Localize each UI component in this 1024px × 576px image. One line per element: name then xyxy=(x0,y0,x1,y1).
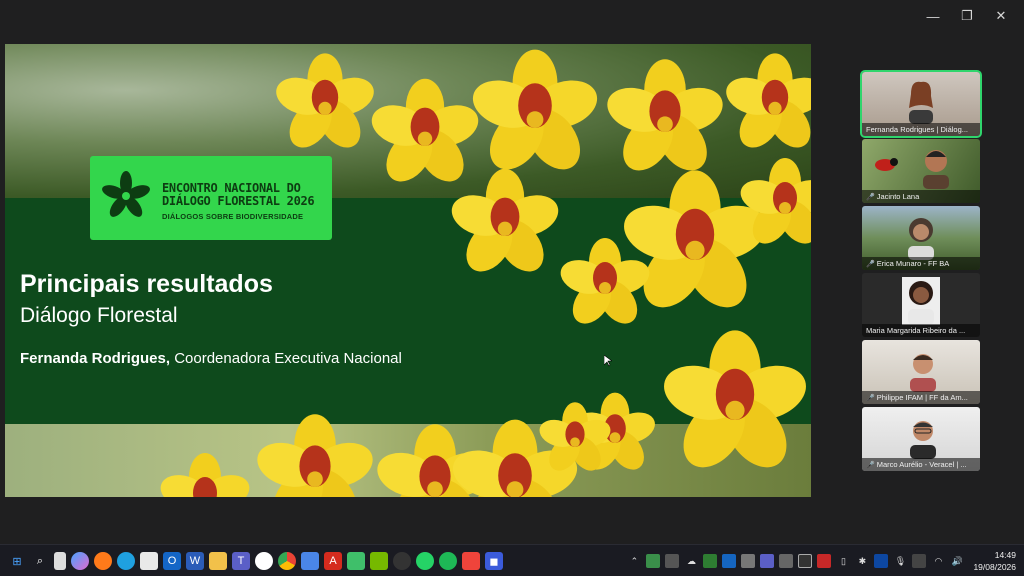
tray-app-icon[interactable] xyxy=(779,554,794,568)
participants-panel: Fernanda Rodrigues | Diálog... 🎤 Jacinto … xyxy=(860,70,982,474)
teams-tray-icon[interactable] xyxy=(760,554,775,568)
store-icon[interactable] xyxy=(140,552,158,570)
zoom-icon[interactable] xyxy=(255,552,273,570)
tray-app-icon[interactable] xyxy=(722,554,737,568)
participant-name: Fernanda Rodrigues | Diálog... xyxy=(862,123,980,136)
word-icon[interactable]: W xyxy=(186,552,204,570)
tray-app-icon[interactable] xyxy=(703,554,718,568)
docs-icon[interactable] xyxy=(301,552,319,570)
whatsapp2-icon[interactable] xyxy=(439,552,457,570)
participant-name: 🎤 Marco Aurélio - Veracel | ... xyxy=(862,458,980,471)
avatar xyxy=(908,218,934,260)
restore-button[interactable]: ❐ xyxy=(952,6,982,26)
firefox-icon[interactable] xyxy=(94,552,112,570)
chrome-icon[interactable] xyxy=(278,552,296,570)
participant-tile[interactable]: 🎤 Jacinto Lana xyxy=(862,139,980,203)
outlook-icon[interactable]: O xyxy=(163,552,181,570)
mic-off-icon: 🎤 xyxy=(866,194,875,201)
participant-name: 🎤 Erica Munaro - FF BA xyxy=(862,257,980,270)
start-icon[interactable]: ⊞ xyxy=(8,552,26,570)
avatar xyxy=(910,354,936,392)
author-role: Coordenadora Executiva Nacional xyxy=(170,350,402,367)
avatar xyxy=(923,150,949,189)
tray-app-icon[interactable] xyxy=(741,554,756,568)
minimize-button[interactable]: — xyxy=(918,6,948,26)
slide-author: Fernanda Rodrigues, Coordenadora Executi… xyxy=(20,350,402,367)
taskbar: ⊞ ⌕ O W T A ◼ ⌃ ☁ ▯ ✱ 🎙 ◠ 🔊 14:49 19/08/… xyxy=(0,544,1024,576)
close-button[interactable]: ✕ xyxy=(986,6,1016,26)
bird-icon xyxy=(875,158,898,171)
avatar xyxy=(902,277,940,325)
edge-icon[interactable] xyxy=(117,552,135,570)
mic-off-icon: 🎤 xyxy=(866,261,875,268)
chevron-up-icon[interactable]: ⌃ xyxy=(627,554,641,568)
mic-off-icon: 🎤 xyxy=(866,395,875,402)
participant-name: Maria Margarida Ribeiro da ... xyxy=(862,324,980,337)
microphone-icon[interactable]: 🎙 xyxy=(893,554,907,568)
meeting-window: — ❐ ✕ ENCONTRO NACIONAL DO DIÁLOGO FLORE… xyxy=(0,0,1024,544)
participant-name: 🎤 Philippe IFAM | FF da Am... xyxy=(862,391,980,404)
bluetooth-icon[interactable]: ✱ xyxy=(855,554,869,568)
badge-title: ENCONTRO NACIONAL DO DIÁLOGO FLORESTAL 2… xyxy=(162,181,315,208)
meet-icon[interactable]: ◼ xyxy=(485,552,503,570)
leaf-logo-icon xyxy=(102,171,150,217)
avatar xyxy=(909,81,933,124)
tray-app-icon[interactable] xyxy=(912,554,927,568)
system-tray: ⌃ ☁ ▯ ✱ 🎙 ◠ 🔊 14:49 19/08/2026 xyxy=(627,549,1016,573)
shared-slide: ENCONTRO NACIONAL DO DIÁLOGO FLORESTAL 2… xyxy=(5,44,811,497)
participant-name: 🎤 Jacinto Lana xyxy=(862,190,980,203)
explorer-icon[interactable] xyxy=(209,552,227,570)
avatar xyxy=(910,421,936,459)
clock-time: 14:49 xyxy=(994,550,1016,560)
badge-subtitle: DIÁLOGOS SOBRE BIODIVERSIDADE xyxy=(162,212,304,221)
tray-app-icon[interactable] xyxy=(817,554,832,568)
taskbar-apps: ⊞ ⌕ O W T A ◼ xyxy=(8,552,503,570)
participant-tile[interactable]: Fernanda Rodrigues | Diálog... xyxy=(860,70,982,138)
anydesk-icon[interactable] xyxy=(462,552,480,570)
vpn-icon[interactable] xyxy=(347,552,365,570)
clock[interactable]: 14:49 19/08/2026 xyxy=(973,549,1016,573)
obs-icon[interactable] xyxy=(393,552,411,570)
clock-date: 19/08/2026 xyxy=(973,562,1016,572)
cloud-icon[interactable]: ☁ xyxy=(684,554,698,568)
tray-app-icon[interactable] xyxy=(874,554,889,568)
window-controls: — ❐ ✕ xyxy=(918,6,1016,26)
speaker-icon[interactable]: 🔊 xyxy=(950,554,964,568)
tray-app-icon[interactable] xyxy=(798,554,813,568)
pdf-icon[interactable]: A xyxy=(324,552,342,570)
whatsapp-icon[interactable] xyxy=(416,552,434,570)
tray-app-icon[interactable] xyxy=(665,554,680,568)
copilot-icon[interactable] xyxy=(71,552,89,570)
participant-tile[interactable]: 🎤 Erica Munaro - FF BA xyxy=(862,206,980,270)
tray-app-icon[interactable] xyxy=(646,554,661,568)
nvidia-icon[interactable] xyxy=(370,552,388,570)
author-name: Fernanda Rodrigues, xyxy=(20,350,171,367)
participant-tile[interactable]: 🎤 Marco Aurélio - Veracel | ... xyxy=(862,407,980,471)
mic-off-icon: 🎤 xyxy=(866,462,875,469)
battery-icon[interactable]: ▯ xyxy=(836,554,850,568)
teams-icon[interactable]: T xyxy=(232,552,250,570)
wifi-icon[interactable]: ◠ xyxy=(931,554,945,568)
search-icon[interactable]: ⌕ xyxy=(31,552,49,570)
participant-tile[interactable]: Maria Margarida Ribeiro da ... xyxy=(862,273,980,337)
participant-tile[interactable]: 🎤 Philippe IFAM | FF da Am... xyxy=(862,340,980,404)
event-badge: ENCONTRO NACIONAL DO DIÁLOGO FLORESTAL 2… xyxy=(90,156,332,240)
file-icon[interactable] xyxy=(54,552,66,570)
slide-title: Principais resultados xyxy=(20,270,273,298)
slide-subtitle: Diálogo Florestal xyxy=(20,304,178,327)
mouse-cursor-icon xyxy=(604,355,612,367)
